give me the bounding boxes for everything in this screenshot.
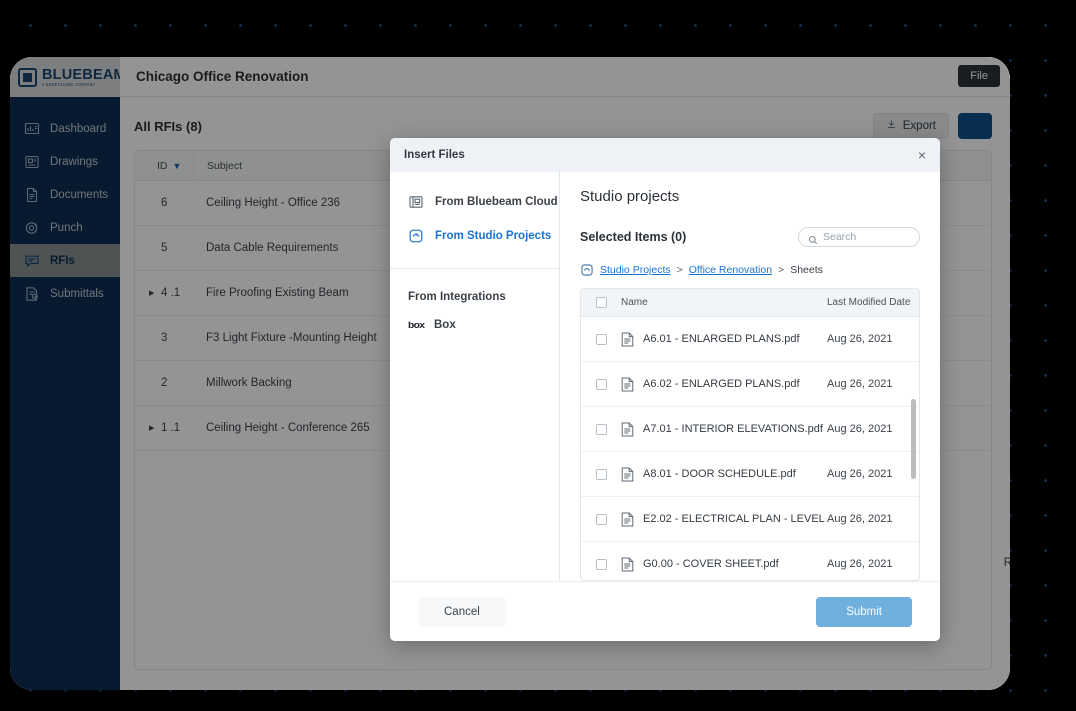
search-icon bbox=[808, 232, 818, 245]
row-select-cell bbox=[581, 333, 621, 345]
row-select-cell bbox=[581, 558, 621, 570]
panel-title: Studio projects bbox=[580, 188, 680, 205]
integration-label: Box bbox=[434, 319, 456, 331]
select-all-cell bbox=[581, 297, 621, 308]
breadcrumb-link-office-renovation[interactable]: Office Renovation bbox=[689, 264, 772, 276]
file-date: Aug 26, 2021 bbox=[827, 468, 893, 480]
document-icon bbox=[621, 557, 634, 572]
dialog-header: Insert Files × bbox=[390, 138, 940, 172]
row-select-cell bbox=[581, 513, 621, 525]
row-checkbox[interactable] bbox=[595, 468, 607, 480]
selected-items-count: Selected Items (0) bbox=[580, 230, 687, 244]
file-date: Aug 26, 2021 bbox=[827, 513, 893, 525]
breadcrumb-current-sheets: Sheets bbox=[790, 264, 823, 276]
document-icon bbox=[621, 332, 634, 347]
source-label: From Studio Projects bbox=[435, 230, 552, 242]
integrations-heading: From Integrations bbox=[408, 291, 506, 303]
file-name-cell: A8.01 - DOOR SCHEDULE.pdf bbox=[621, 467, 827, 482]
document-icon bbox=[621, 512, 634, 527]
breadcrumb-link-studio-projects[interactable]: Studio Projects bbox=[600, 264, 671, 276]
breadcrumb-separator: > bbox=[778, 264, 785, 276]
breadcrumb: Studio Projects > Office Renovation > Sh… bbox=[580, 263, 920, 277]
file-name: A6.02 - ENLARGED PLANS.pdf bbox=[643, 378, 800, 390]
file-name: G0.00 - COVER SHEET.pdf bbox=[643, 558, 779, 570]
file-table: Name Last Modified Date A6.01 - ENLARGED… bbox=[580, 288, 920, 581]
file-date: Aug 26, 2021 bbox=[827, 378, 893, 390]
file-name: A6.01 - ENLARGED PLANS.pdf bbox=[643, 333, 800, 345]
search-input[interactable] bbox=[823, 231, 910, 243]
row-checkbox[interactable] bbox=[595, 423, 607, 435]
file-name: E2.02 - ELECTRICAL PLAN - LEVEL bbox=[643, 513, 825, 525]
row-checkbox[interactable] bbox=[595, 333, 607, 345]
row-select-cell bbox=[581, 378, 621, 390]
close-icon[interactable]: × bbox=[918, 148, 926, 162]
dialog-footer: Cancel Submit bbox=[390, 581, 940, 641]
dialog-body: From Bluebeam Cloud From Studio Projects bbox=[390, 172, 940, 581]
file-table-header: Name Last Modified Date bbox=[581, 289, 919, 317]
screen: BLUEBEAM A NEMETSCHEK COMPANY Dashboard bbox=[0, 0, 1076, 711]
file-row-list: A6.01 - ENLARGED PLANS.pdf Aug 26, 2021 bbox=[581, 317, 919, 580]
selection-row: Selected Items (0) bbox=[580, 227, 920, 247]
breadcrumb-separator: > bbox=[676, 264, 683, 276]
file-row[interactable]: G0.00 - COVER SHEET.pdf Aug 26, 2021 bbox=[581, 542, 919, 580]
file-row[interactable]: A7.01 - INTERIOR ELEVATIONS.pdf Aug 26, … bbox=[581, 407, 919, 452]
file-row[interactable]: A8.01 - DOOR SCHEDULE.pdf Aug 26, 2021 bbox=[581, 452, 919, 497]
source-label: From Bluebeam Cloud bbox=[435, 196, 558, 208]
select-all-checkbox[interactable] bbox=[595, 297, 607, 308]
file-date: Aug 26, 2021 bbox=[827, 558, 893, 570]
file-name-cell: A7.01 - INTERIOR ELEVATIONS.pdf bbox=[621, 422, 827, 437]
source-item-bluebeam-cloud[interactable]: From Bluebeam Cloud bbox=[390, 185, 559, 219]
file-name-cell: G0.00 - COVER SHEET.pdf bbox=[621, 557, 827, 572]
row-select-cell bbox=[581, 423, 621, 435]
source-list: From Bluebeam Cloud From Studio Projects bbox=[390, 172, 559, 253]
box-logo-icon: box bbox=[408, 320, 425, 330]
column-header-date[interactable]: Last Modified Date bbox=[827, 297, 919, 308]
source-panel: From Bluebeam Cloud From Studio Projects bbox=[390, 172, 560, 581]
row-checkbox[interactable] bbox=[595, 378, 607, 390]
file-name-cell: E2.02 - ELECTRICAL PLAN - LEVEL bbox=[621, 512, 827, 527]
integration-item-box[interactable]: box Box bbox=[390, 303, 559, 331]
file-list-scrollbar[interactable] bbox=[911, 317, 916, 578]
studio-projects-icon bbox=[408, 228, 424, 244]
file-browser-panel: Studio projects Selected Items (0) Searc… bbox=[560, 172, 940, 581]
scrollbar-thumb[interactable] bbox=[911, 399, 916, 479]
search-box[interactable] bbox=[798, 227, 920, 247]
file-date: Aug 26, 2021 bbox=[827, 333, 893, 345]
file-row[interactable]: A6.02 - ENLARGED PLANS.pdf Aug 26, 2021 bbox=[581, 362, 919, 407]
cancel-button[interactable]: Cancel bbox=[418, 596, 506, 627]
submit-button[interactable]: Submit bbox=[816, 596, 912, 627]
document-icon bbox=[621, 422, 634, 437]
file-name-cell: A6.01 - ENLARGED PLANS.pdf bbox=[621, 332, 827, 347]
file-name: A8.01 - DOOR SCHEDULE.pdf bbox=[643, 468, 796, 480]
document-icon bbox=[621, 467, 634, 482]
file-row[interactable]: A6.01 - ENLARGED PLANS.pdf Aug 26, 2021 bbox=[581, 317, 919, 362]
dialog-title: Insert Files bbox=[404, 149, 465, 161]
insert-files-dialog: Insert Files × From Bluebeam Cloud From … bbox=[390, 138, 940, 641]
source-item-studio-projects[interactable]: From Studio Projects bbox=[390, 219, 559, 253]
column-header-name[interactable]: Name bbox=[621, 297, 827, 308]
file-name-cell: A6.02 - ENLARGED PLANS.pdf bbox=[621, 377, 827, 392]
document-icon bbox=[621, 377, 634, 392]
cloud-panel-icon bbox=[408, 194, 424, 210]
file-date: Aug 26, 2021 bbox=[827, 423, 893, 435]
row-checkbox[interactable] bbox=[595, 513, 607, 525]
row-checkbox[interactable] bbox=[595, 558, 607, 570]
studio-projects-icon bbox=[580, 263, 594, 277]
file-name: A7.01 - INTERIOR ELEVATIONS.pdf bbox=[643, 423, 823, 435]
row-select-cell bbox=[581, 468, 621, 480]
file-row[interactable]: E2.02 - ELECTRICAL PLAN - LEVEL Aug 26, … bbox=[581, 497, 919, 542]
